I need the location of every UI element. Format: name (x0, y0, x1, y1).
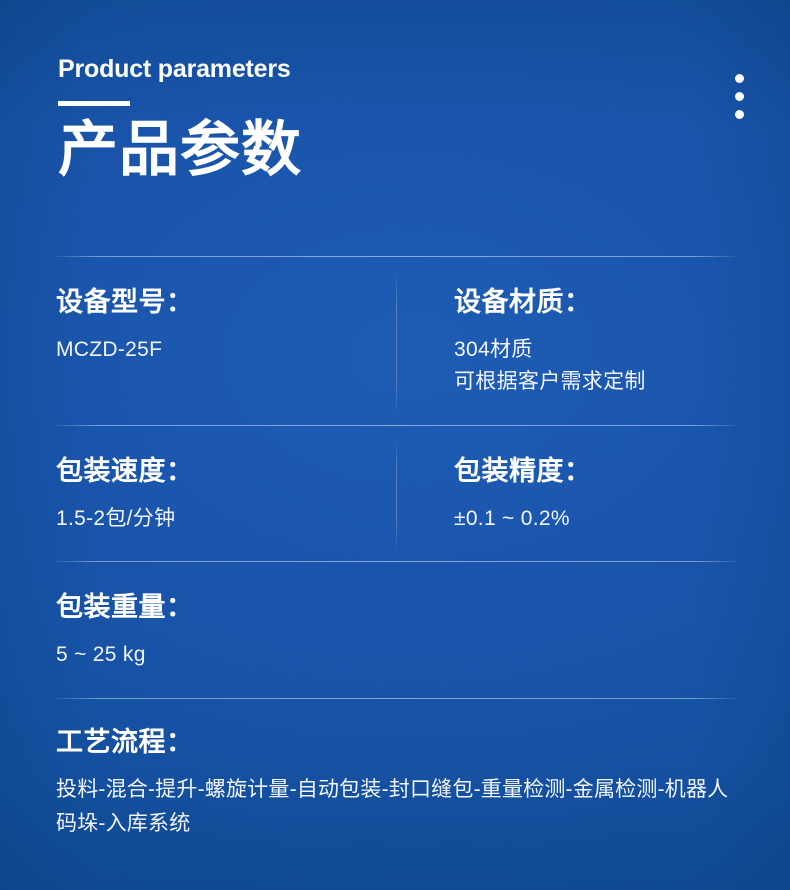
page-title: 产品参数 (58, 115, 302, 183)
spec-cell-model: 设备型号： MCZD-25F (56, 257, 396, 392)
spec-label-model: 设备型号： (56, 287, 194, 317)
spec-row-process: 工艺流程： 投料-混合-提升-螺旋计量-自动包装-封口缝包-重量检测-金属检测-… (56, 699, 736, 861)
product-parameters-page: Product parameters 产品参数 设备型号： MCZD-25F 设… (0, 0, 790, 890)
kebab-dot-1 (735, 74, 744, 83)
page-header: Product parameters 产品参数 (58, 55, 302, 183)
spec-label-material: 设备材质： (454, 287, 592, 317)
spec-value-model-line-1: MCZD-25F (56, 337, 163, 361)
spec-value-weight-line-1: 5 ~ 25 kg (56, 643, 146, 667)
spec-label-accuracy: 包装精度： (454, 455, 592, 486)
spec-cell-process: 工艺流程： 投料-混合-提升-螺旋计量-自动包装-封口缝包-重量检测-金属检测-… (56, 699, 736, 861)
spec-cell-material: 设备材质： 304材质 可根据客户需求定制 (396, 257, 736, 425)
kebab-dot-2 (735, 92, 744, 101)
spec-value-model: MCZD-25F (56, 334, 368, 367)
spec-value-material-line-1: 304材质 (454, 337, 533, 361)
spec-value-speed: 1.5-2包/分钟 (56, 503, 368, 536)
kebab-dot-3 (735, 110, 744, 119)
spec-value-process-line-1: 投料-混合-提升-螺旋计量-自动包装-封口缝包-重量检测-金属检测-机器人码垛-… (56, 777, 729, 835)
spec-cell-speed: 包装速度： 1.5-2包/分钟 (56, 426, 396, 561)
spec-value-material-line-2: 可根据客户需求定制 (454, 370, 646, 394)
spec-cell-weight: 包装重量： 5 ~ 25 kg (56, 562, 736, 697)
spec-value-accuracy-line-1: ±0.1 ~ 0.2% (454, 506, 570, 530)
spec-value-speed-line-1: 1.5-2包/分钟 (56, 506, 176, 530)
spec-value-material: 304材质 可根据客户需求定制 (454, 334, 736, 399)
spec-row-weight: 包装重量： 5 ~ 25 kg (56, 562, 736, 697)
title-underline-rule (58, 100, 130, 106)
page-subtitle-english: Product parameters (58, 55, 291, 83)
spec-row-speed-accuracy: 包装速度： 1.5-2包/分钟 包装精度： ±0.1 ~ 0.2% (56, 426, 736, 561)
spec-value-process: 投料-混合-提升-螺旋计量-自动包装-封口缝包-重量检测-金属检测-机器人码垛-… (56, 773, 736, 841)
spec-row-model-material: 设备型号： MCZD-25F 设备材质： 304材质 可根据客户需求定制 (56, 257, 736, 425)
spec-label-weight: 包装重量： (56, 592, 194, 623)
specifications-table: 设备型号： MCZD-25F 设备材质： 304材质 可根据客户需求定制 包装速… (56, 256, 736, 861)
spec-cell-accuracy: 包装精度： ±0.1 ~ 0.2% (396, 426, 736, 561)
spec-label-process: 工艺流程： (56, 726, 194, 757)
spec-label-speed: 包装速度： (56, 455, 194, 486)
spec-value-accuracy: ±0.1 ~ 0.2% (454, 503, 736, 536)
spec-value-weight: 5 ~ 25 kg (56, 639, 736, 672)
kebab-menu-icon[interactable] (735, 74, 744, 119)
